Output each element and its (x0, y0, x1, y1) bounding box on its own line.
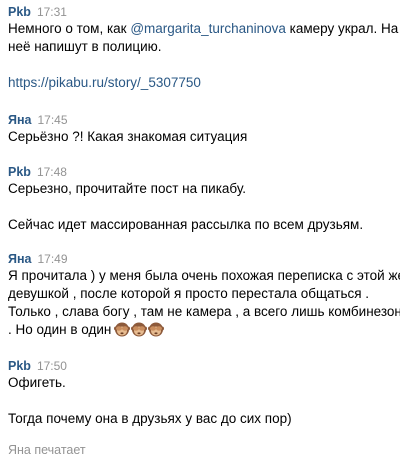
message-text-line: Сейчас идет массированная рассылка по вс… (8, 217, 364, 232)
message-text-line: Только , слава богу , там не камера , а … (8, 304, 400, 319)
see-no-evil-monkey-icon (131, 322, 148, 337)
author-name[interactable]: Pkb (8, 359, 31, 373)
message-text-line: Я прочитала ) у меня была очень похожая … (8, 268, 400, 283)
message-time[interactable]: 17:31 (37, 5, 67, 19)
message-4: Яна 17:49 Я прочитала ) у меня была очень… (8, 251, 400, 342)
message-3: Pkb 17:48 Серьезно, прочитайте пост на пи… (8, 164, 394, 234)
author-name[interactable]: Яна (8, 113, 32, 127)
message-text: . Но один в один (8, 322, 112, 337)
message-text-line: Серьезно, прочитайте пост на пикабу. (8, 181, 247, 196)
user-mention-link[interactable]: @margarita_turchaninova (130, 21, 286, 36)
message-text-line: Немного о том, как @margarita_turchanino… (8, 20, 398, 38)
message-time[interactable]: 17:48 (37, 165, 67, 179)
message-1: Pkb 17:31 Немного о том, как @margarita_t… (8, 4, 398, 92)
message-header: Яна 17:49 (8, 251, 394, 267)
message-text-line: https://pikabu.ru/story/_5307750 (8, 74, 394, 92)
message-text-line: Серьёзно ?! Какая знакомая ситуация (8, 129, 248, 144)
author-name[interactable]: Pkb (8, 5, 31, 19)
see-no-evil-monkey-icon (114, 322, 131, 337)
message-header: Pkb 17:31 (8, 4, 394, 20)
message-time[interactable]: 17:50 (37, 359, 67, 373)
story-link[interactable]: https://pikabu.ru/story/_5307750 (8, 75, 201, 90)
message-text-line: . Но один в один (8, 321, 394, 342)
message-5: Pkb 17:50 Офигеть. Тогда почему она в дру… (8, 358, 394, 428)
message-text-line: Тогда почему она в друзьях у вас до сих … (8, 411, 292, 426)
message-text: Немного о том, как (8, 21, 131, 36)
message-header: Яна 17:45 (8, 112, 394, 128)
message-text: камеру украл. На (285, 21, 399, 36)
author-name[interactable]: Pkb (8, 165, 31, 179)
message-text-line: неё напишут в полицию. (8, 39, 162, 54)
typing-indicator: Яна печатает (8, 443, 86, 457)
message-text-line: девушкой , после которой я просто перест… (8, 286, 370, 301)
message-header: Pkb 17:50 (8, 358, 394, 374)
emoji-group (114, 321, 165, 342)
message-header: Pkb 17:48 (8, 164, 394, 180)
author-name[interactable]: Яна (8, 252, 32, 266)
message-time[interactable]: 17:49 (38, 252, 68, 266)
message-2: Яна 17:45 Серьёзно ?! Какая знакомая ситу… (8, 112, 394, 146)
message-time[interactable]: 17:45 (38, 113, 68, 127)
see-no-evil-monkey-icon (148, 322, 165, 337)
message-text-line: Офигеть. (8, 375, 66, 390)
